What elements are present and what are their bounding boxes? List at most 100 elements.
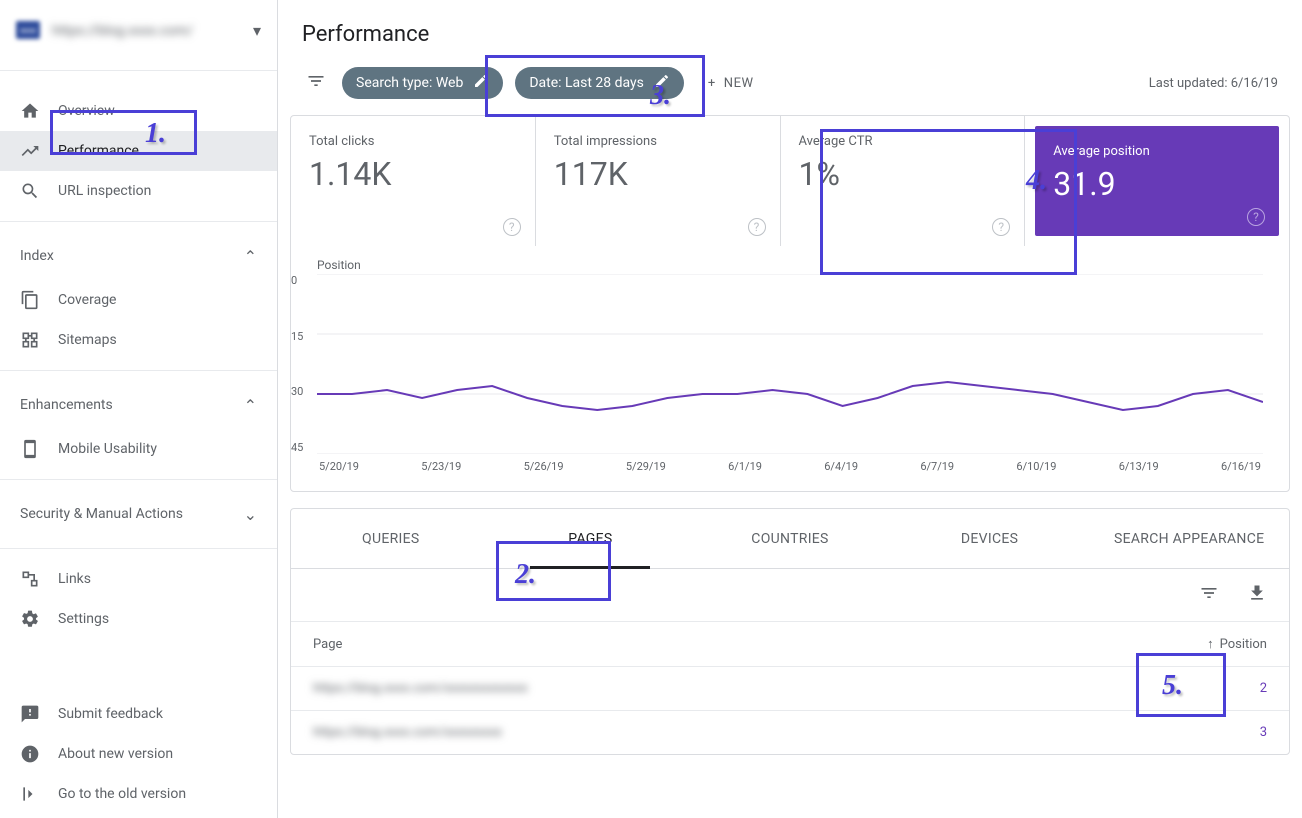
nav-old-version[interactable]: Go to the old version xyxy=(0,774,277,814)
tab-queries[interactable]: QUERIES xyxy=(291,509,491,568)
section-security[interactable]: Security & Manual Actions ⌄ xyxy=(0,490,277,538)
nav-about[interactable]: About new version xyxy=(0,734,277,774)
page-title: Performance xyxy=(278,0,1302,67)
metric-average-position[interactable]: Average position 31.9 ? xyxy=(1035,126,1279,236)
nav-label: Mobile Usability xyxy=(58,441,157,457)
filter-icon[interactable] xyxy=(302,67,330,99)
help-icon[interactable]: ? xyxy=(748,218,766,236)
filter-toolbar: Search type: Web Date: Last 28 days + NE… xyxy=(278,67,1302,115)
section-index[interactable]: Index ⌃ xyxy=(0,232,277,280)
table-card: QUERIESPAGESCOUNTRIESDEVICESSEARCH APPEA… xyxy=(290,508,1290,755)
nav-label: Coverage xyxy=(58,292,116,308)
nav-label: Sitemaps xyxy=(58,332,117,348)
chevron-down-icon: ⌄ xyxy=(244,505,257,524)
nav-label: Overview xyxy=(58,103,115,119)
metrics-row: Total clicks 1.14K ? Total impressions 1… xyxy=(291,116,1289,246)
nav-settings[interactable]: Settings xyxy=(0,599,277,639)
sitemap-icon xyxy=(20,330,40,350)
cell-page: https://blog.xxxx.com/xxxxxxxxx xyxy=(313,725,502,740)
column-header-position[interactable]: ↑ Position xyxy=(1207,636,1267,652)
metric-label: Total clicks xyxy=(309,134,517,149)
edit-icon xyxy=(654,73,670,93)
table-actions xyxy=(291,569,1289,621)
copy-icon xyxy=(20,290,40,310)
nav-overview[interactable]: Overview xyxy=(0,91,277,131)
nav-sitemaps[interactable]: Sitemaps xyxy=(0,320,277,360)
bottom-nav: Submit feedback About new version Go to … xyxy=(0,694,277,818)
nav-mobile-usability[interactable]: Mobile Usability xyxy=(0,429,277,469)
table-row[interactable]: https://blog.xxxx.com/xxxxxxxxx 3 xyxy=(291,710,1289,754)
section-label: Enhancements xyxy=(20,397,113,413)
plus-icon: + xyxy=(708,76,716,91)
nav-label: Go to the old version xyxy=(58,786,186,802)
gear-icon xyxy=(20,609,40,629)
tab-devices[interactable]: DEVICES xyxy=(890,509,1090,568)
nav-label: Settings xyxy=(58,611,109,627)
chip-label: Search type: Web xyxy=(356,75,463,91)
chip-search-type[interactable]: Search type: Web xyxy=(342,67,503,99)
nav-links[interactable]: Links xyxy=(0,559,277,599)
help-icon[interactable]: ? xyxy=(992,218,1010,236)
caret-down-icon: ▾ xyxy=(253,21,261,40)
table-tabs: QUERIESPAGESCOUNTRIESDEVICESSEARCH APPEA… xyxy=(291,509,1289,569)
metric-total-impressions[interactable]: Total impressions 117K ? xyxy=(536,116,781,246)
main-content: Performance Search type: Web Date: Last … xyxy=(278,0,1302,818)
tab-pages[interactable]: PAGES xyxy=(491,509,691,568)
chevron-up-icon: ⌃ xyxy=(244,396,257,415)
exit-icon xyxy=(20,784,40,804)
nav-performance[interactable]: Performance xyxy=(0,131,277,171)
search-icon xyxy=(20,181,40,201)
cell-position: 2 xyxy=(1260,681,1267,696)
help-icon[interactable]: ? xyxy=(1247,208,1265,226)
download-icon[interactable] xyxy=(1247,583,1267,607)
metrics-chart-card: Total clicks 1.14K ? Total impressions 1… xyxy=(290,115,1290,492)
metric-value: 1.14K xyxy=(309,155,517,193)
metric-value: 31.9 xyxy=(1053,165,1261,203)
sort-arrow-up-icon: ↑ xyxy=(1207,636,1214,652)
sidebar: xxxx https://blog.xxxx.com/ ▾ Overview P… xyxy=(0,0,278,818)
edit-icon xyxy=(473,73,489,93)
section-label: Security & Manual Actions xyxy=(20,506,183,522)
metric-value: 1% xyxy=(799,155,1007,193)
metric-total-clicks[interactable]: Total clicks 1.14K ? xyxy=(291,116,536,246)
table-row[interactable]: https://blog.xxxx.com/xxxxxxxxxxxxx2 xyxy=(291,666,1289,710)
nav-label: Submit feedback xyxy=(58,706,163,722)
metric-average-ctr[interactable]: Average CTR 1% ? xyxy=(781,116,1026,246)
table-header: Page ↑ Position xyxy=(291,621,1289,666)
nav-feedback[interactable]: Submit feedback xyxy=(0,694,277,734)
links-icon xyxy=(20,569,40,589)
section-label: Index xyxy=(20,248,54,264)
site-selector[interactable]: xxxx https://blog.xxxx.com/ ▾ xyxy=(0,0,277,60)
chip-date[interactable]: Date: Last 28 days xyxy=(515,67,684,99)
chip-label: Date: Last 28 days xyxy=(529,75,644,91)
nav-label: Links xyxy=(58,571,91,587)
column-label: Position xyxy=(1220,637,1267,652)
tab-countries[interactable]: COUNTRIES xyxy=(690,509,890,568)
last-updated: Last updated: 6/16/19 xyxy=(1149,76,1278,91)
help-icon[interactable]: ? xyxy=(503,218,521,236)
nav-coverage[interactable]: Coverage xyxy=(0,280,277,320)
section-enhancements[interactable]: Enhancements ⌃ xyxy=(0,381,277,429)
trending-icon xyxy=(20,141,40,161)
chevron-up-icon: ⌃ xyxy=(244,247,257,266)
nav-label: About new version xyxy=(58,746,173,762)
x-tick-labels: 5/20/195/23/195/26/195/29/196/1/196/4/19… xyxy=(317,460,1263,473)
chart-area: Position 0153045 5/20/195/23/195/26/195/… xyxy=(291,246,1289,491)
tab-search-appearance[interactable]: SEARCH APPEARANCE xyxy=(1089,509,1289,568)
phone-icon xyxy=(20,439,40,459)
info-icon xyxy=(20,744,40,764)
metric-label: Average CTR xyxy=(799,134,1007,149)
feedback-icon xyxy=(20,704,40,724)
metric-value: 117K xyxy=(554,155,762,193)
filter-icon[interactable] xyxy=(1199,583,1219,607)
column-header-page[interactable]: Page xyxy=(313,637,342,652)
chart-y-axis-label: Position xyxy=(317,258,1263,272)
nav-url-inspection[interactable]: URL inspection xyxy=(0,171,277,211)
home-icon xyxy=(20,101,40,121)
nav-label: Performance xyxy=(58,143,139,159)
y-tick-labels: 0153045 xyxy=(291,274,303,454)
cell-position: 3 xyxy=(1260,725,1267,740)
position-chart[interactable]: 0153045 xyxy=(317,274,1263,454)
new-filter-button[interactable]: + NEW xyxy=(696,68,766,99)
nav-label: URL inspection xyxy=(58,183,151,199)
